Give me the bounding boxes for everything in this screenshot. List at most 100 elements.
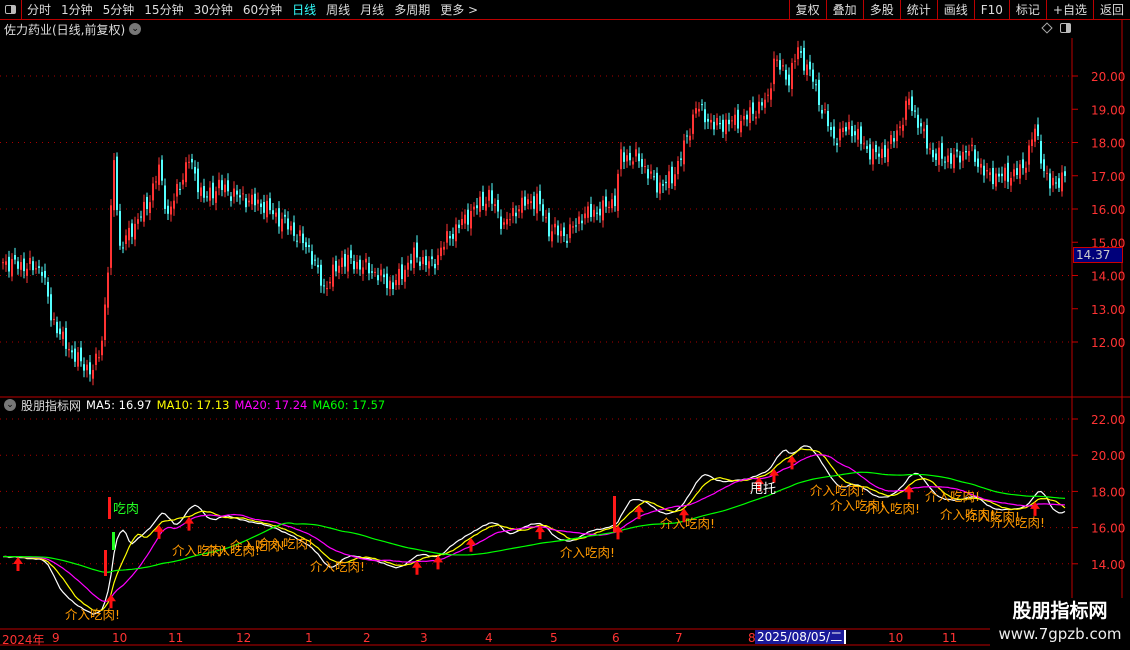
indicator-name[interactable]: 股朋指标网 — [21, 397, 81, 414]
candle-body — [302, 233, 304, 244]
candle-body — [509, 219, 511, 221]
candle-body — [920, 123, 922, 127]
period-tab[interactable]: 分时 — [22, 1, 56, 18]
chevron-down-icon[interactable]: ⌄ — [129, 23, 142, 35]
candle-body — [326, 287, 328, 290]
candle-body — [857, 128, 859, 140]
candle-body — [656, 172, 658, 193]
indicator-axis-label: 14.00 — [1091, 558, 1125, 572]
candle-body — [581, 220, 583, 224]
candle-body — [935, 153, 937, 160]
candle-body — [104, 304, 106, 341]
candle-body — [665, 181, 667, 184]
period-tab[interactable]: 多周期 — [389, 1, 435, 18]
candle-body — [488, 189, 490, 201]
toolbar-button[interactable]: 叠加 — [825, 0, 863, 20]
candle-body — [266, 200, 268, 218]
candle-body — [596, 212, 598, 214]
candle-body — [566, 240, 568, 243]
candle-body — [161, 159, 163, 181]
price-axis-label: 19.00 — [1091, 103, 1125, 117]
candle-body — [341, 257, 343, 268]
toolbar-button[interactable]: 多股 — [862, 0, 900, 20]
candle-body — [1022, 159, 1024, 169]
chevron-down-icon[interactable]: ⌄ — [4, 399, 16, 411]
period-tab[interactable]: 60分钟 — [238, 1, 287, 18]
candle-body — [842, 127, 844, 133]
candle-body — [872, 148, 874, 165]
period-tab[interactable]: 5分钟 — [98, 1, 140, 18]
signal-label: 介入吃肉! — [865, 501, 921, 516]
toolbar-button[interactable]: F10 — [973, 0, 1009, 20]
period-tab[interactable]: 30分钟 — [189, 1, 238, 18]
candle-body — [203, 186, 205, 198]
period-tab[interactable]: 周线 — [321, 1, 355, 18]
candle-body — [38, 266, 40, 268]
candle-body — [242, 193, 244, 195]
period-tab[interactable]: 1分钟 — [56, 1, 98, 18]
toolbar-button[interactable]: 画线 — [936, 0, 974, 20]
candle-body — [269, 198, 271, 211]
candle-body — [404, 269, 406, 282]
candle-body — [932, 149, 934, 158]
candle-body — [1004, 167, 1006, 181]
candle-body — [848, 121, 850, 130]
candle-body — [539, 190, 541, 205]
toolbar-button[interactable]: 标记 — [1008, 0, 1046, 20]
toolbar-button[interactable]: +自选 — [1045, 0, 1093, 20]
toolbar-button[interactable]: 统计 — [899, 0, 937, 20]
candle-body — [590, 203, 592, 217]
period-tab[interactable]: 15分钟 — [139, 1, 188, 18]
candle-body — [941, 143, 943, 159]
toolbar-button[interactable]: 返回 — [1092, 0, 1130, 20]
price-axis-label: 18.00 — [1091, 137, 1125, 151]
candle-body — [212, 182, 214, 199]
period-tab[interactable]: 月线 — [355, 1, 389, 18]
toolbar-button[interactable]: 复权 — [788, 0, 826, 20]
candle-body — [734, 114, 736, 125]
candle-body — [305, 242, 307, 248]
candle-body — [368, 262, 370, 274]
candle-body — [635, 149, 637, 157]
candle-body — [527, 199, 529, 205]
candle-body — [89, 362, 91, 375]
candle-body — [821, 109, 823, 114]
period-tab[interactable]: 更多 > — [435, 1, 483, 18]
candle-body — [983, 165, 985, 176]
candle-body — [491, 190, 493, 204]
buy-arrow-icon — [433, 555, 443, 570]
candle-body — [473, 206, 475, 210]
candle-body — [371, 271, 373, 273]
candle-body — [653, 176, 655, 178]
candle-body — [1013, 169, 1015, 177]
candle-body — [965, 151, 967, 153]
candle-body — [26, 268, 28, 276]
candle-body — [407, 262, 409, 270]
candle-body — [122, 247, 124, 249]
candle-body — [23, 258, 25, 272]
candle-body — [254, 193, 256, 206]
candle-body — [137, 219, 139, 224]
candle-body — [1031, 139, 1033, 147]
candle-body — [257, 199, 259, 204]
panel-toggle-icon[interactable] — [1060, 23, 1071, 33]
candle-body — [344, 253, 346, 267]
ma-legend: MA20: 17.24 — [234, 398, 308, 412]
candle-body — [200, 187, 202, 196]
candle-body — [251, 194, 253, 205]
eat-signal-bar — [613, 496, 616, 532]
candle-body — [662, 184, 664, 186]
candle-body — [833, 126, 835, 139]
panel-toggle-icon[interactable] — [0, 0, 22, 20]
watermark-url: www.7gpzb.com — [998, 625, 1122, 643]
period-tab[interactable]: 日线 — [287, 1, 321, 18]
candle-body — [557, 225, 559, 236]
candle-body — [788, 74, 790, 86]
candle-body — [380, 269, 382, 276]
candle-body — [230, 196, 232, 201]
candle-body — [632, 161, 634, 165]
candle-body — [167, 205, 169, 214]
candle-body — [365, 258, 367, 263]
candle-body — [392, 282, 394, 290]
candle-body — [449, 236, 451, 239]
